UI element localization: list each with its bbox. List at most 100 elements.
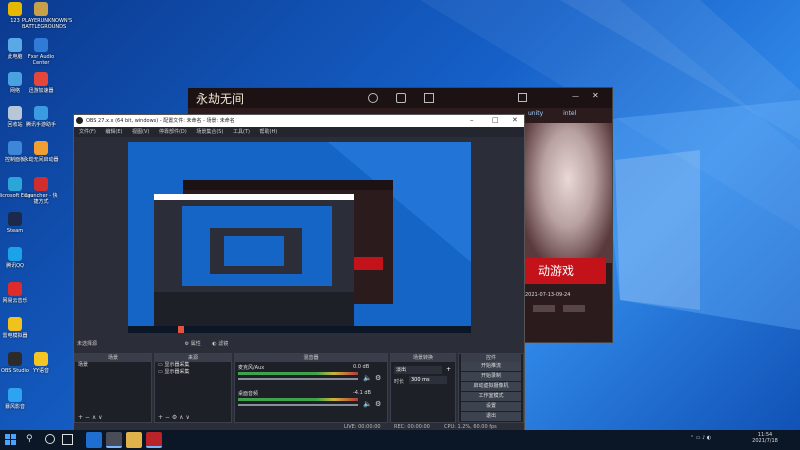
obs-title-text: OBS 27.x.x (64 bit, windows) - 配置文件: 未命名…: [86, 118, 235, 124]
desktop-icon[interactable]: 腾讯QQ: [0, 247, 34, 280]
app-icon: [34, 38, 48, 52]
source-item[interactable]: ▭ 显示器采集: [155, 362, 231, 369]
minimize-icon[interactable]: –: [470, 116, 474, 124]
clock[interactable]: 11:54 2021/7/18: [745, 432, 785, 444]
gear-icon[interactable]: ⚙: [375, 374, 381, 382]
desktop-icon[interactable]: Fxsr Audio Center: [22, 38, 60, 71]
desktop-icon[interactable]: 网易云音乐: [0, 282, 34, 315]
desktop-icon[interactable]: Steam: [0, 212, 34, 245]
app-icon: [8, 317, 22, 331]
desktop-icon[interactable]: Launcher - 快捷方式: [22, 177, 60, 210]
weibo-icon[interactable]: [368, 93, 378, 103]
unity-logo: unity: [528, 110, 544, 117]
settings-icon[interactable]: [518, 93, 527, 102]
source-item-label: 显示器采集: [164, 369, 190, 375]
duration-input[interactable]: 300 ms: [409, 376, 447, 384]
widgets-icon[interactable]: [62, 434, 73, 445]
exit-button[interactable]: 退出: [461, 412, 521, 421]
maximize-icon[interactable]: □: [492, 116, 499, 124]
virtual-camera-button[interactable]: 启动虚拟摄像机: [461, 382, 521, 391]
volume-slider[interactable]: [238, 404, 358, 406]
desktop-icon[interactable]: 迅游加速器: [22, 72, 60, 105]
app-icon: [8, 352, 22, 366]
app-icon: [8, 282, 22, 296]
link-button[interactable]: [533, 305, 555, 312]
start-icon[interactable]: [5, 434, 16, 445]
taskbar: ⚲ ⌃ ▭ ♪ ◐ 11:54 2021/7/18: [0, 430, 800, 450]
desktop-icon[interactable]: 暴风影音: [0, 388, 34, 421]
settings-button[interactable]: 设置: [461, 402, 521, 411]
app-icon: [8, 72, 22, 86]
close-icon[interactable]: ✕: [592, 91, 599, 100]
controls-header: 控件: [461, 354, 521, 362]
menu-edit[interactable]: 编辑(E): [105, 129, 122, 135]
obs-icon[interactable]: [106, 432, 122, 448]
tray-icons[interactable]: ⌃ ▭ ♪ ◐: [690, 435, 711, 441]
app-icon: [34, 2, 48, 16]
start-streaming-button[interactable]: 开始推流: [461, 362, 521, 371]
chat-icon[interactable]: [396, 93, 406, 103]
speaker-icon[interactable]: 🔈: [363, 400, 372, 408]
obs-menubar: 文件(F) 编辑(E) 视图(V) 停靠部件(D) 场景集合(S) 工具(T) …: [74, 127, 524, 137]
app-icon: [8, 247, 22, 261]
menu-docks[interactable]: 停靠部件(D): [159, 129, 187, 135]
gear-icon[interactable]: ⚙: [375, 400, 381, 408]
desktop-icon[interactable]: PLAYERUNKNOWN'S BATTLEGROUNDS: [22, 2, 73, 35]
desktop-icon-label: 暴风影音: [4, 404, 25, 410]
clock-date: 2021/7/18: [752, 438, 778, 444]
scene-controls[interactable]: + − ∧ ∨: [78, 414, 103, 421]
desktop-icon[interactable]: 永劫无间启动器: [22, 141, 60, 174]
explorer-icon[interactable]: [126, 432, 142, 448]
mixer-header: 混音器: [235, 354, 387, 362]
minimize-icon[interactable]: —: [572, 92, 579, 100]
obs-window[interactable]: OBS 27.x.x (64 bit, windows) - 配置文件: 未命名…: [73, 114, 525, 431]
desktop-icon-label: Fxsr Audio Center: [27, 54, 55, 66]
taskview-icon[interactable]: [45, 434, 55, 444]
app-icon: [8, 212, 22, 226]
app-icon: [8, 141, 22, 155]
close-icon[interactable]: ✕: [512, 116, 518, 124]
desktop-icon-label: PLAYERUNKNOWN'S BATTLEGROUNDS: [22, 18, 73, 30]
menu-scene-collection[interactable]: 场景集合(S): [196, 129, 223, 135]
no-source-label: 未选择源: [77, 341, 98, 347]
audio-meter: [238, 398, 358, 401]
source-controls[interactable]: + − ⚙ ∧ ∨: [158, 414, 190, 421]
menu-help[interactable]: 帮助(H): [260, 129, 278, 135]
filters-label: 滤镜: [218, 341, 229, 347]
app-icon: [8, 2, 22, 16]
desktop-icon-label: 腾讯手游助手: [25, 122, 56, 128]
desktop-icon[interactable]: 腾讯手游助手: [22, 106, 60, 139]
volume-slider[interactable]: [238, 378, 358, 380]
game-icon[interactable]: [146, 432, 162, 448]
obs-app-icon: [76, 117, 83, 124]
speaker-icon[interactable]: 🔈: [363, 374, 372, 382]
desktop-icon[interactable]: 雷电模拟器: [0, 317, 34, 350]
menu-view[interactable]: 视图(V): [132, 129, 149, 135]
scene-item[interactable]: 场景: [75, 362, 151, 369]
menu-file[interactable]: 文件(F): [79, 129, 96, 135]
transitions-dock: 场景转换 淡出 + 时长 300 ms: [390, 353, 456, 423]
studio-mode-button[interactable]: 工作室模式: [461, 392, 521, 401]
filters-button[interactable]: ◐ 滤镜: [212, 341, 228, 347]
app-icon: [34, 141, 48, 155]
desktop-icon[interactable]: YY语音: [22, 352, 60, 385]
properties-button[interactable]: ⚙ 属性: [185, 341, 201, 347]
obs-titlebar: OBS 27.x.x (64 bit, windows) - 配置文件: 未命名…: [74, 115, 524, 127]
scenes-header: 场景: [75, 354, 151, 362]
menu-tools[interactable]: 工具(T): [233, 129, 250, 135]
sponsor-logos: unity intel: [528, 110, 608, 120]
link-button[interactable]: [563, 305, 585, 312]
character-art: [523, 123, 612, 263]
search-icon[interactable]: ⚲: [26, 434, 33, 444]
add-icon[interactable]: +: [446, 366, 451, 373]
start-recording-button[interactable]: 开始录制: [461, 372, 521, 381]
edge-icon[interactable]: [86, 432, 102, 448]
source-item[interactable]: ▭ 显示器采集: [155, 369, 231, 376]
desktop-icon-label: Steam: [6, 228, 24, 234]
app-icon: [8, 177, 22, 191]
calendar-icon[interactable]: [424, 93, 434, 103]
obs-preview[interactable]: [128, 142, 471, 333]
transitions-header: 场景转换: [391, 354, 455, 362]
transition-select[interactable]: 淡出: [394, 366, 442, 374]
app-icon: [34, 352, 48, 366]
